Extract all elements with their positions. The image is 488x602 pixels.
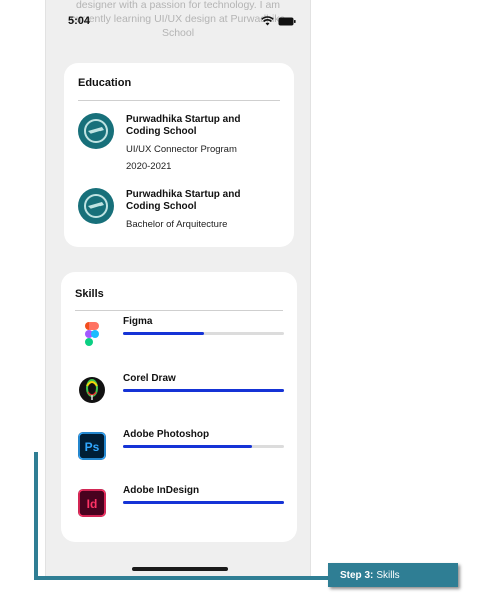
skill-name: Adobe InDesign — [123, 485, 200, 496]
bio-line-3: School — [161, 27, 195, 39]
skills-card: Skills Figma Corel Draw Ps Adobe Photosh… — [61, 272, 297, 542]
education-card: Education Purwadhika Startup and Coding … — [64, 63, 294, 247]
skills-title: Skills — [75, 288, 104, 300]
figma-icon — [78, 320, 106, 348]
program-years: 2020-2021 — [126, 161, 172, 172]
education-item: Purwadhika Startup and Coding School Bac… — [126, 189, 266, 230]
battery-icon — [278, 17, 296, 25]
skill-progress-bar — [123, 389, 284, 392]
step-label-badge: Step 3: Skills — [328, 563, 458, 587]
education-item: Purwadhika Startup and Coding School UI/… — [126, 114, 266, 172]
skill-progress-fill — [123, 332, 204, 335]
school-name: Purwadhika Startup and Coding School — [126, 189, 241, 212]
wifi-icon — [261, 16, 274, 26]
skill-name: Corel Draw — [123, 373, 176, 384]
coreldraw-icon — [78, 376, 106, 404]
home-indicator — [132, 567, 228, 571]
photoshop-icon: Ps — [78, 432, 106, 460]
skill-name: Adobe Photoshop — [123, 429, 210, 440]
photoshop-icon-text: Ps — [85, 440, 100, 454]
education-divider — [78, 100, 280, 101]
skill-progress-fill — [123, 445, 252, 448]
status-icons — [261, 15, 296, 27]
step-number: Step 3: — [340, 569, 374, 581]
status-time: 5:04 — [68, 15, 91, 27]
skill-progress-bar — [123, 501, 284, 504]
skill-progress-bar — [123, 445, 284, 448]
education-title: Education — [78, 77, 132, 89]
bio-line-1: designer with a passion for technology. … — [75, 0, 281, 11]
indesign-icon: Id — [78, 489, 106, 517]
phone-screen: designer with a passion for technology. … — [45, 0, 311, 578]
callout-connector-horizontal — [34, 576, 330, 580]
program-name: UI/UX Connector Program — [126, 144, 237, 155]
skill-progress-bar — [123, 332, 284, 335]
skills-divider — [75, 310, 283, 311]
school-logo-icon — [78, 113, 114, 149]
school-logo-icon — [78, 188, 114, 224]
callout-connector-vertical — [34, 452, 38, 580]
program-name: Bachelor of Arquitecture — [126, 219, 228, 230]
skill-name: Figma — [123, 316, 153, 327]
indesign-icon-text: Id — [87, 497, 98, 511]
school-name: Purwadhika Startup and Coding School — [126, 114, 241, 137]
skill-progress-fill — [123, 389, 284, 392]
step-title: Skills — [376, 569, 400, 581]
skill-progress-fill — [123, 501, 284, 504]
